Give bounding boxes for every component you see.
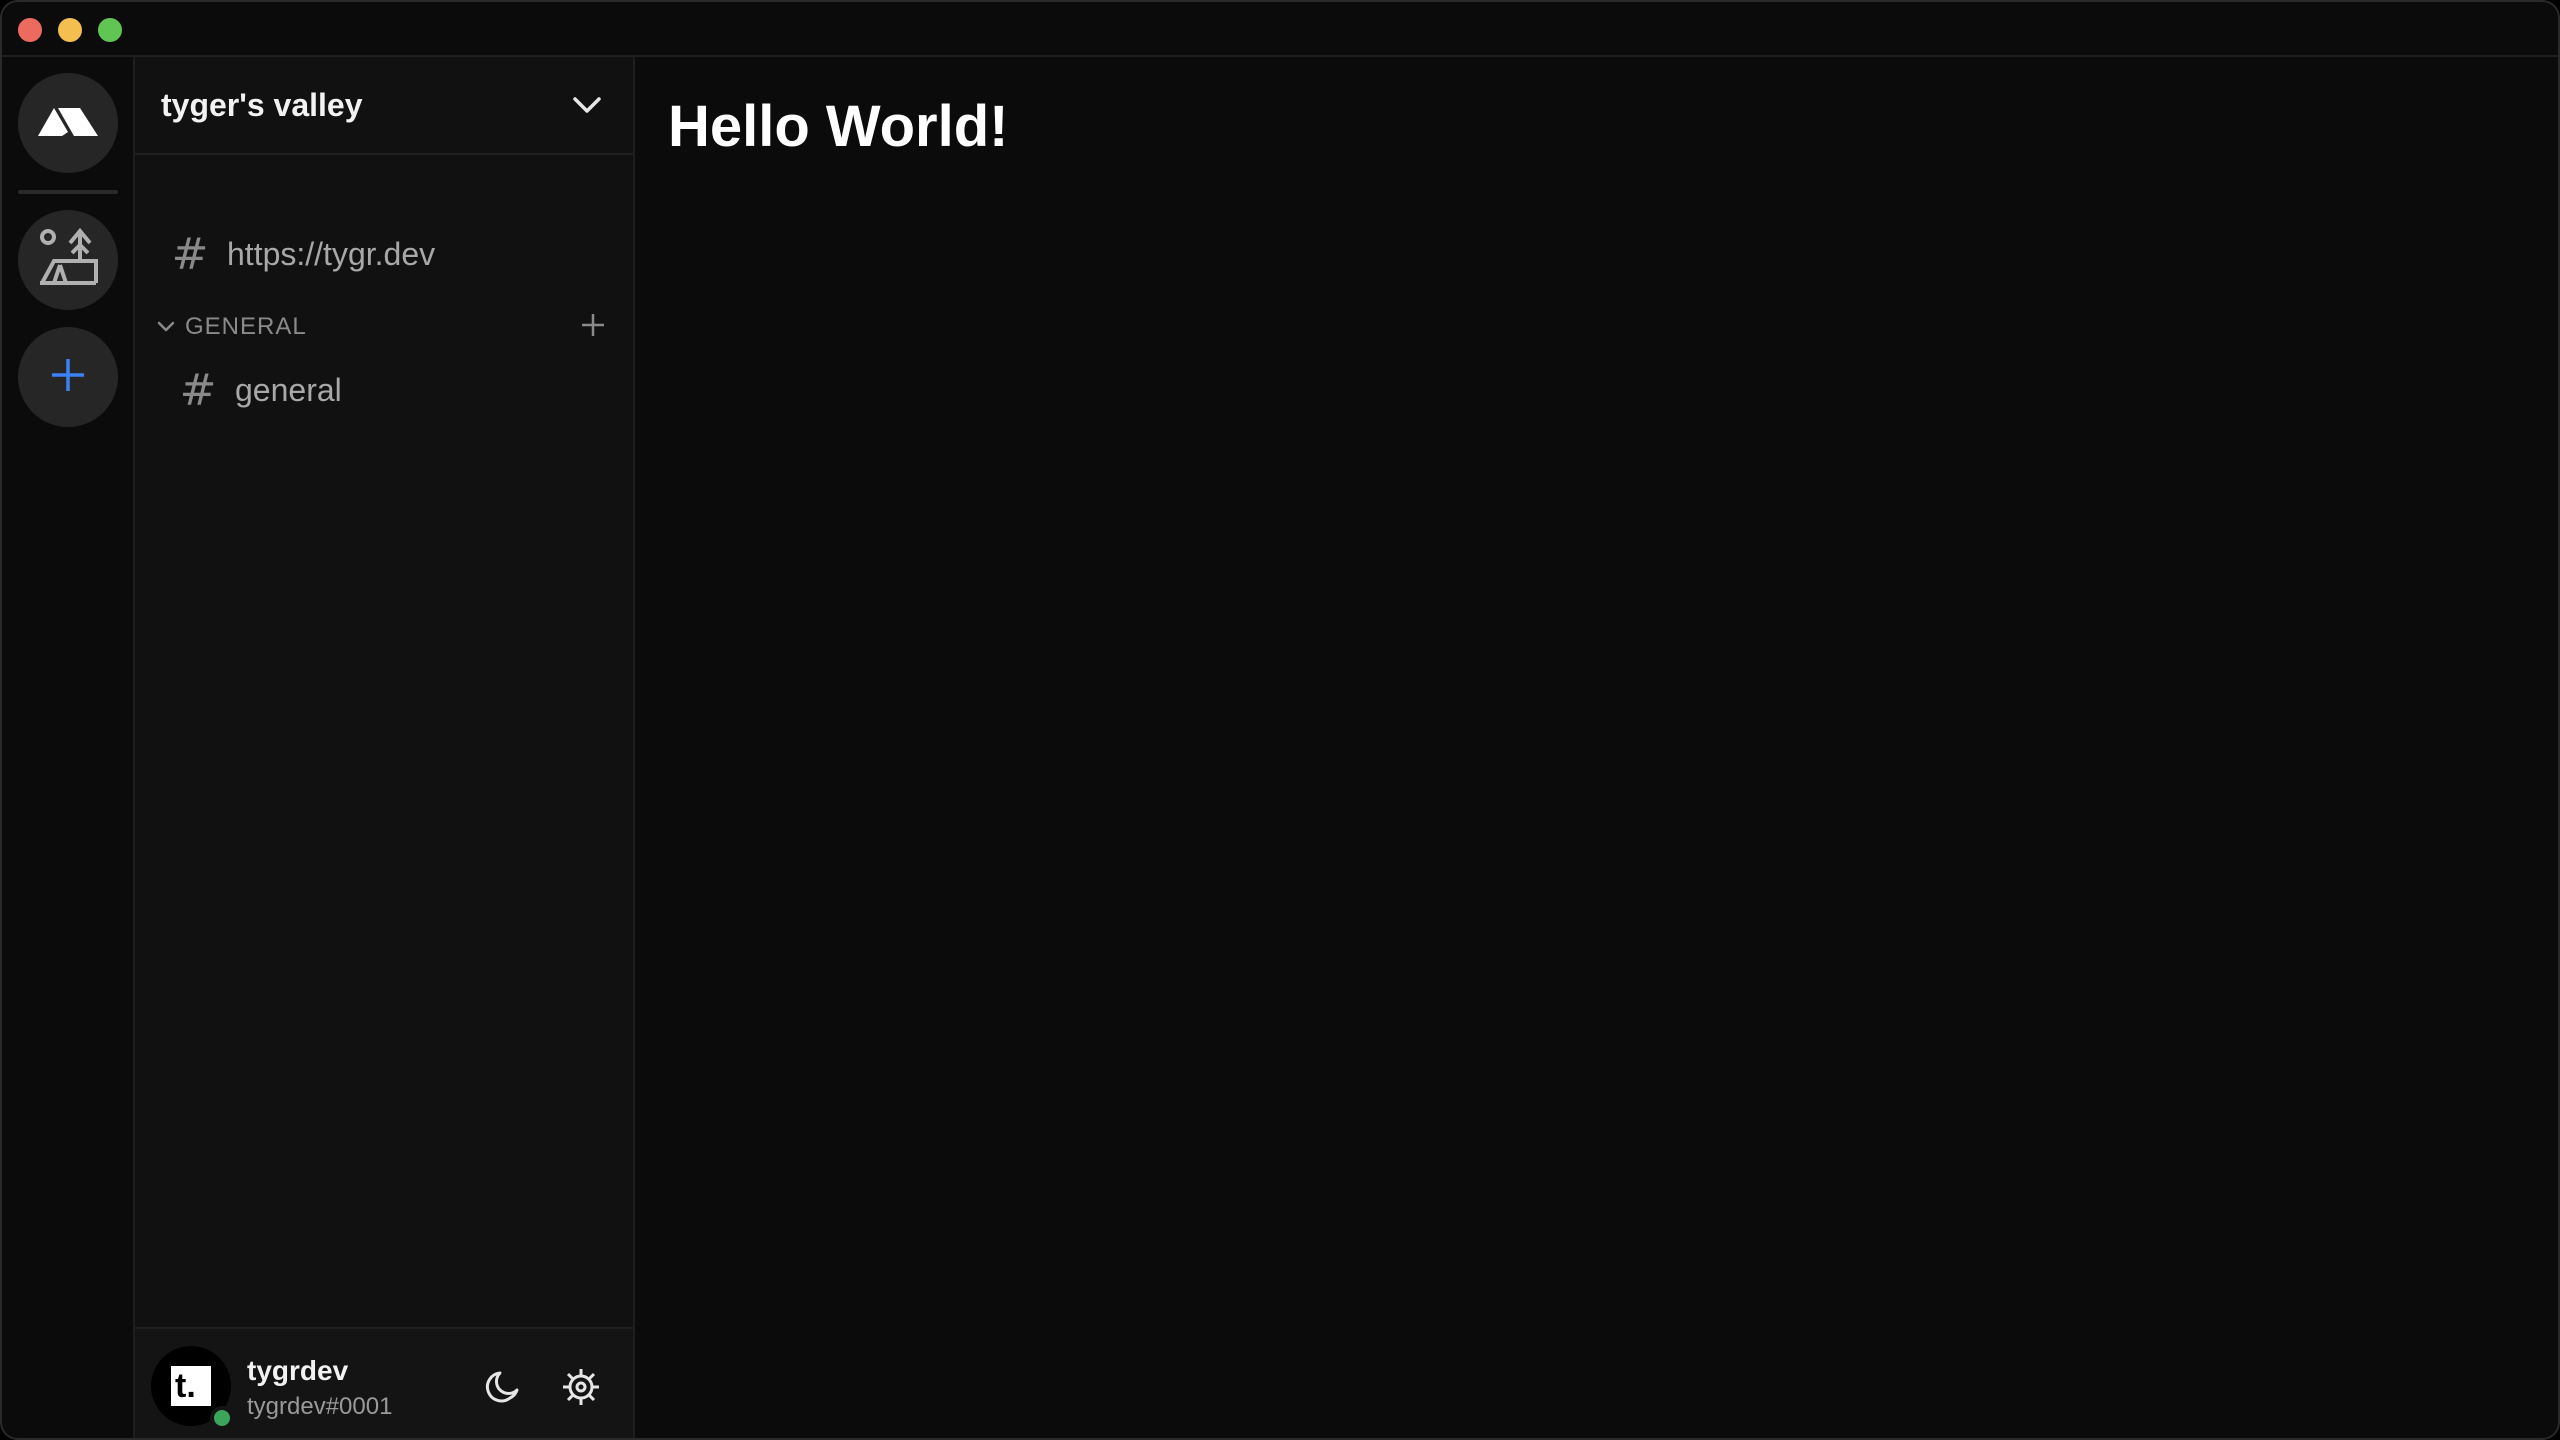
valley-server-icon: [38, 227, 98, 294]
page-title: Hello World!: [668, 94, 1009, 159]
channel-label: general: [235, 372, 342, 408]
server-rail: [2, 57, 135, 1438]
server-name: tyger's valley: [161, 86, 363, 123]
status-online-indicator: [210, 1406, 234, 1430]
channel-panel: tyger's valley # https://tygr.dev GENERA…: [135, 57, 635, 1438]
avatar-letter: t.: [171, 1366, 211, 1406]
title-bar: [2, 2, 2558, 57]
user-panel: t. tygrdev tygrdev#0001: [135, 1327, 633, 1438]
home-button[interactable]: [18, 73, 118, 173]
pinned-channel-label: https://tygr.dev: [227, 236, 436, 272]
minimize-window-button[interactable]: [58, 18, 82, 42]
maximize-window-button[interactable]: [98, 18, 122, 42]
gear-icon[interactable]: [559, 1365, 603, 1409]
main-content: Hello World!: [635, 57, 2558, 1438]
hash-icon: #: [171, 229, 209, 280]
hash-icon: #: [179, 365, 217, 416]
category-label: GENERAL: [185, 313, 307, 340]
add-server-button[interactable]: [18, 327, 118, 427]
mountain-logo-icon: [36, 104, 100, 143]
user-tag: tygrdev#0001: [247, 1393, 393, 1420]
plus-icon: [48, 355, 88, 400]
username: tygrdev: [247, 1355, 349, 1386]
add-channel-button[interactable]: [573, 307, 613, 347]
chevron-down-icon[interactable]: [567, 85, 607, 125]
moon-icon[interactable]: [481, 1365, 525, 1409]
channel-item-general[interactable]: # general: [173, 365, 342, 416]
category-general[interactable]: GENERAL: [153, 307, 613, 347]
server-header[interactable]: tyger's valley: [135, 57, 633, 155]
chevron-down-icon[interactable]: [153, 314, 179, 340]
plus-icon: [580, 312, 606, 343]
close-window-button[interactable]: [18, 18, 42, 42]
server-button-tygers-valley[interactable]: [18, 210, 118, 310]
pinned-channel-link[interactable]: # https://tygr.dev: [165, 229, 436, 280]
rail-divider: [18, 190, 118, 194]
app-window: tyger's valley # https://tygr.dev GENERA…: [0, 0, 2560, 1440]
